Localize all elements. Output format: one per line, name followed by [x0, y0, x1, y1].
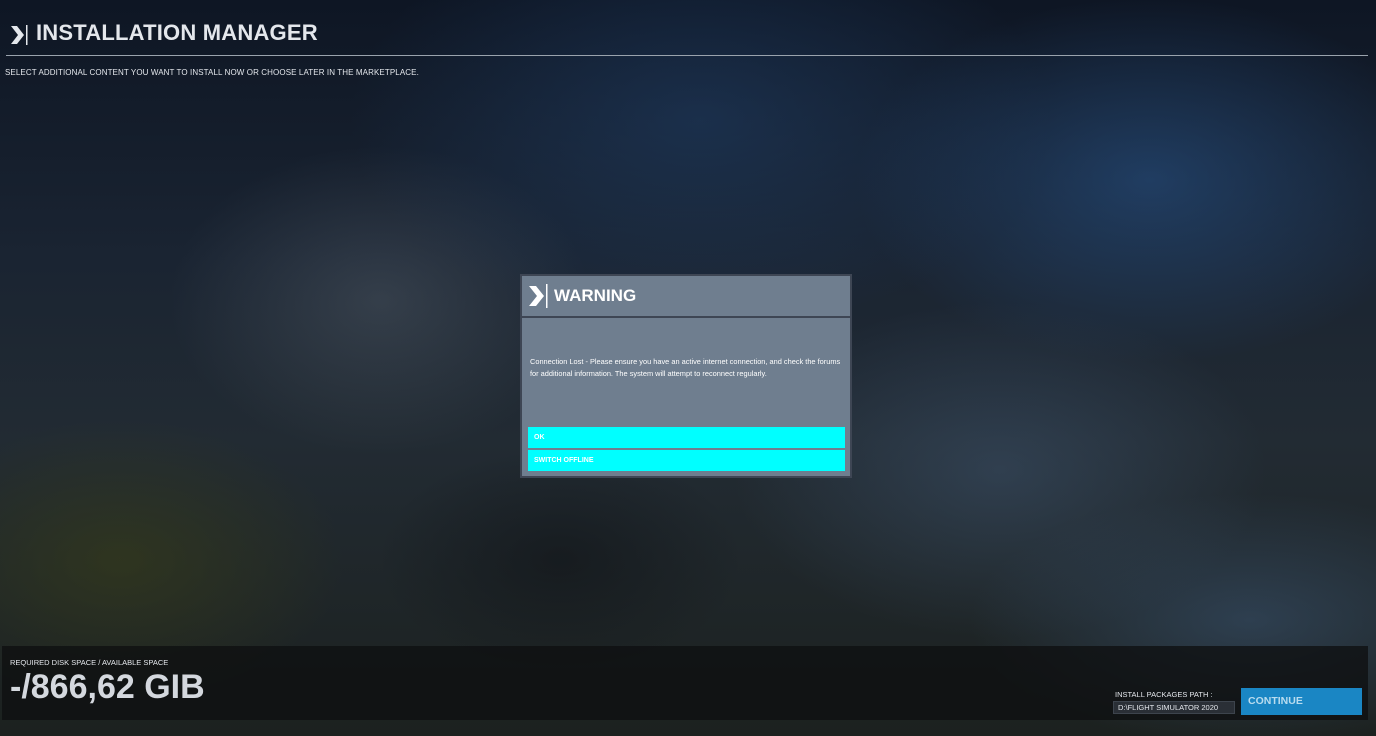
dialog-title: WARNING [554, 286, 637, 305]
page-title: INSTALLATION MANAGER [36, 20, 318, 45]
disk-space-label: REQUIRED DISK SPACE / AVAILABLE SPACE [10, 658, 169, 667]
warning-dialog: WARNING Connection Lost - Please ensure … [520, 274, 852, 478]
dialog-header: WARNING [522, 276, 850, 318]
footer-bar: REQUIRED DISK SPACE / AVAILABLE SPACE -/… [2, 646, 1368, 720]
disk-space-value: -/866,62 GIB [10, 668, 205, 706]
install-path-field[interactable]: D:\FLIGHT SIMULATOR 2020 [1113, 701, 1235, 714]
switch-offline-button[interactable]: SWITCH OFFLINE [528, 450, 845, 471]
chevron-right-icon [529, 284, 548, 308]
page-subtitle: SELECT ADDITIONAL CONTENT YOU WANT TO IN… [5, 68, 419, 77]
installation-manager-screen: INSTALLATION MANAGER SELECT ADDITIONAL C… [0, 0, 1376, 736]
dialog-message: Connection Lost - Please ensure you have… [530, 357, 841, 378]
ok-button[interactable]: OK [528, 427, 845, 448]
install-path-label: INSTALL PACKAGES PATH : [1115, 690, 1213, 699]
page-header: INSTALLATION MANAGER [0, 0, 1376, 56]
header-divider [6, 55, 1368, 56]
continue-button[interactable]: CONTINUE [1241, 688, 1362, 715]
chevron-right-icon [11, 25, 28, 45]
